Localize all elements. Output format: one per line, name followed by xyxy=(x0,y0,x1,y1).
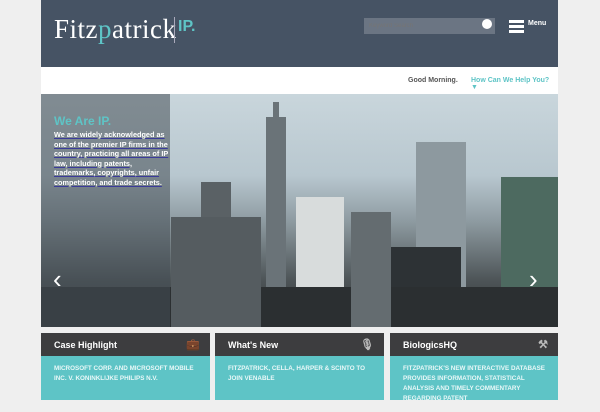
card-text[interactable]: Fitzpatrick's new interactive database p… xyxy=(390,356,558,412)
card-case-highlight[interactable]: Case Highlight 💼 Microsoft Corp. and Micr… xyxy=(41,333,210,400)
greeting: Good Morning. xyxy=(408,77,458,84)
card-biologicshq[interactable]: BiologicsHQ ⚒ Fitzpatrick's new interacti… xyxy=(390,333,558,402)
card-text[interactable]: Fitzpatrick, Cella, Harper & Scinto to j… xyxy=(215,356,384,392)
search-input[interactable] xyxy=(364,18,495,34)
help-dropdown[interactable]: How Can We Help You? ▼ xyxy=(471,77,558,91)
card-text[interactable]: Microsoft Corp. and Microsoft Mobile Inc… xyxy=(41,356,210,392)
briefcase-icon: 💼 xyxy=(186,339,200,351)
next-slide-arrow[interactable]: › xyxy=(529,264,538,295)
card-title: BiologicsHQ xyxy=(403,340,458,350)
prev-slide-arrow[interactable]: ‹ xyxy=(53,264,62,295)
card-title: Case Highlight xyxy=(54,340,118,350)
hero-text[interactable]: We are widely acknowledged as one of the… xyxy=(54,130,169,187)
greeting-bar: Good Morning. How Can We Help You? ▼ xyxy=(41,67,558,94)
card-whats-new[interactable]: What's New 🎙 Fitzpatrick, Cella, Harper &… xyxy=(215,333,384,400)
logo-divider xyxy=(174,17,175,43)
microphone-icon: 🎙 xyxy=(360,339,374,351)
hero-banner: We Are IP. We are widely acknowledged as… xyxy=(41,94,558,327)
card-title: What's New xyxy=(228,340,279,350)
hero-title: We Are IP. xyxy=(54,114,112,128)
chevron-down-icon: ▼ xyxy=(471,84,478,91)
search-icon[interactable] xyxy=(482,19,492,29)
gavel-icon: ⚒ xyxy=(538,339,548,351)
logo-mark: IP. xyxy=(178,18,196,35)
logo[interactable]: Fitzpatrick xyxy=(54,14,176,45)
menu-button[interactable]: Menu xyxy=(528,20,546,27)
hamburger-icon[interactable] xyxy=(509,20,524,33)
site-header: Fitzpatrick IP. Menu xyxy=(41,0,558,67)
help-label: How Can We Help You? xyxy=(471,77,550,84)
